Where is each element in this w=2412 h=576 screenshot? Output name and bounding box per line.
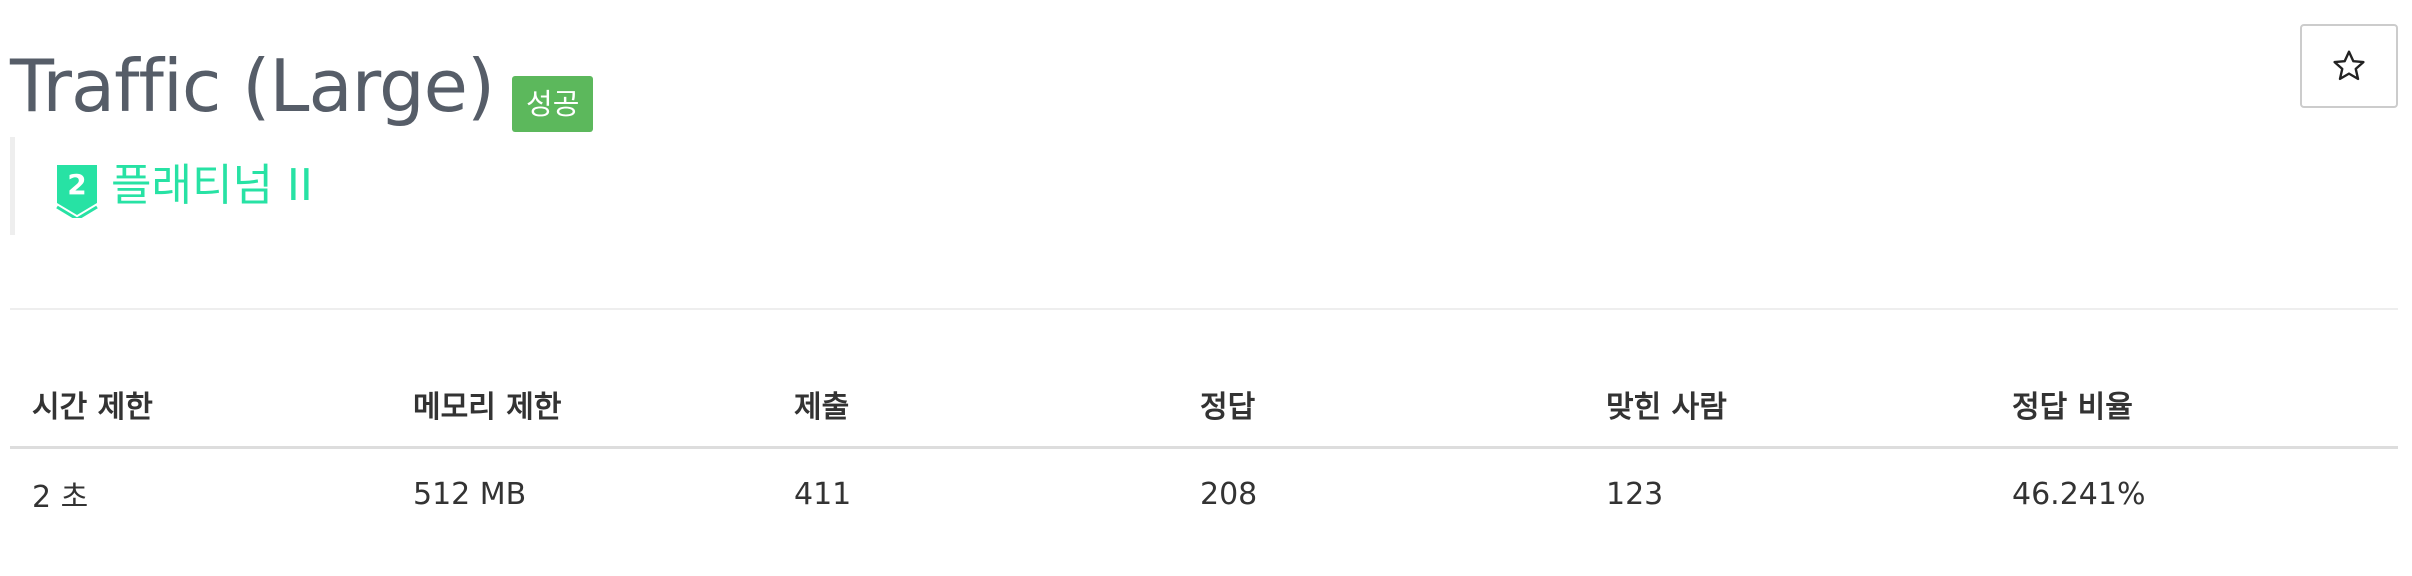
tier-shield-icon: 2 [56, 164, 98, 218]
section-divider [10, 308, 2398, 310]
cell-accepted: 208 [1200, 476, 1258, 512]
header-memory-limit: 메모리 제한 [391, 362, 772, 449]
star-icon [2333, 50, 2365, 81]
favorite-button[interactable] [2300, 24, 2398, 108]
cell-submissions: 411 [794, 476, 852, 512]
tier-level-number: 2 [67, 168, 86, 201]
problem-header: Traffic (Large) 성공 [10, 22, 594, 132]
tier-panel: 2 플래티넘 II [10, 137, 710, 235]
cell-memory-limit: 512 MB [413, 476, 527, 512]
header-submissions: 제출 [772, 362, 1178, 449]
table-header-row: 시간 제한 메모리 제한 제출 정답 맞힌 사람 정답 비율 [10, 362, 2398, 449]
cell-accept-ratio: 46.241% [2012, 476, 2146, 512]
cell-solved-users: 123 [1606, 476, 1664, 512]
header-solved-users: 맞힌 사람 [1584, 362, 1990, 449]
status-badge: 성공 [512, 76, 594, 132]
header-accept-ratio: 정답 비율 [1990, 362, 2398, 449]
header-accepted: 정답 [1178, 362, 1584, 449]
cell-time-limit: 2 초 [32, 480, 89, 515]
page-title: Traffic (Large) [10, 44, 495, 128]
table-row: 2 초 512 MB 411 208 123 46.241% [10, 448, 2398, 540]
tier-label: 플래티넘 II [111, 160, 313, 211]
header-time-limit: 시간 제한 [10, 362, 391, 449]
problem-info-table: 시간 제한 메모리 제한 제출 정답 맞힌 사람 정답 비율 2 초 512 M… [10, 362, 2398, 539]
